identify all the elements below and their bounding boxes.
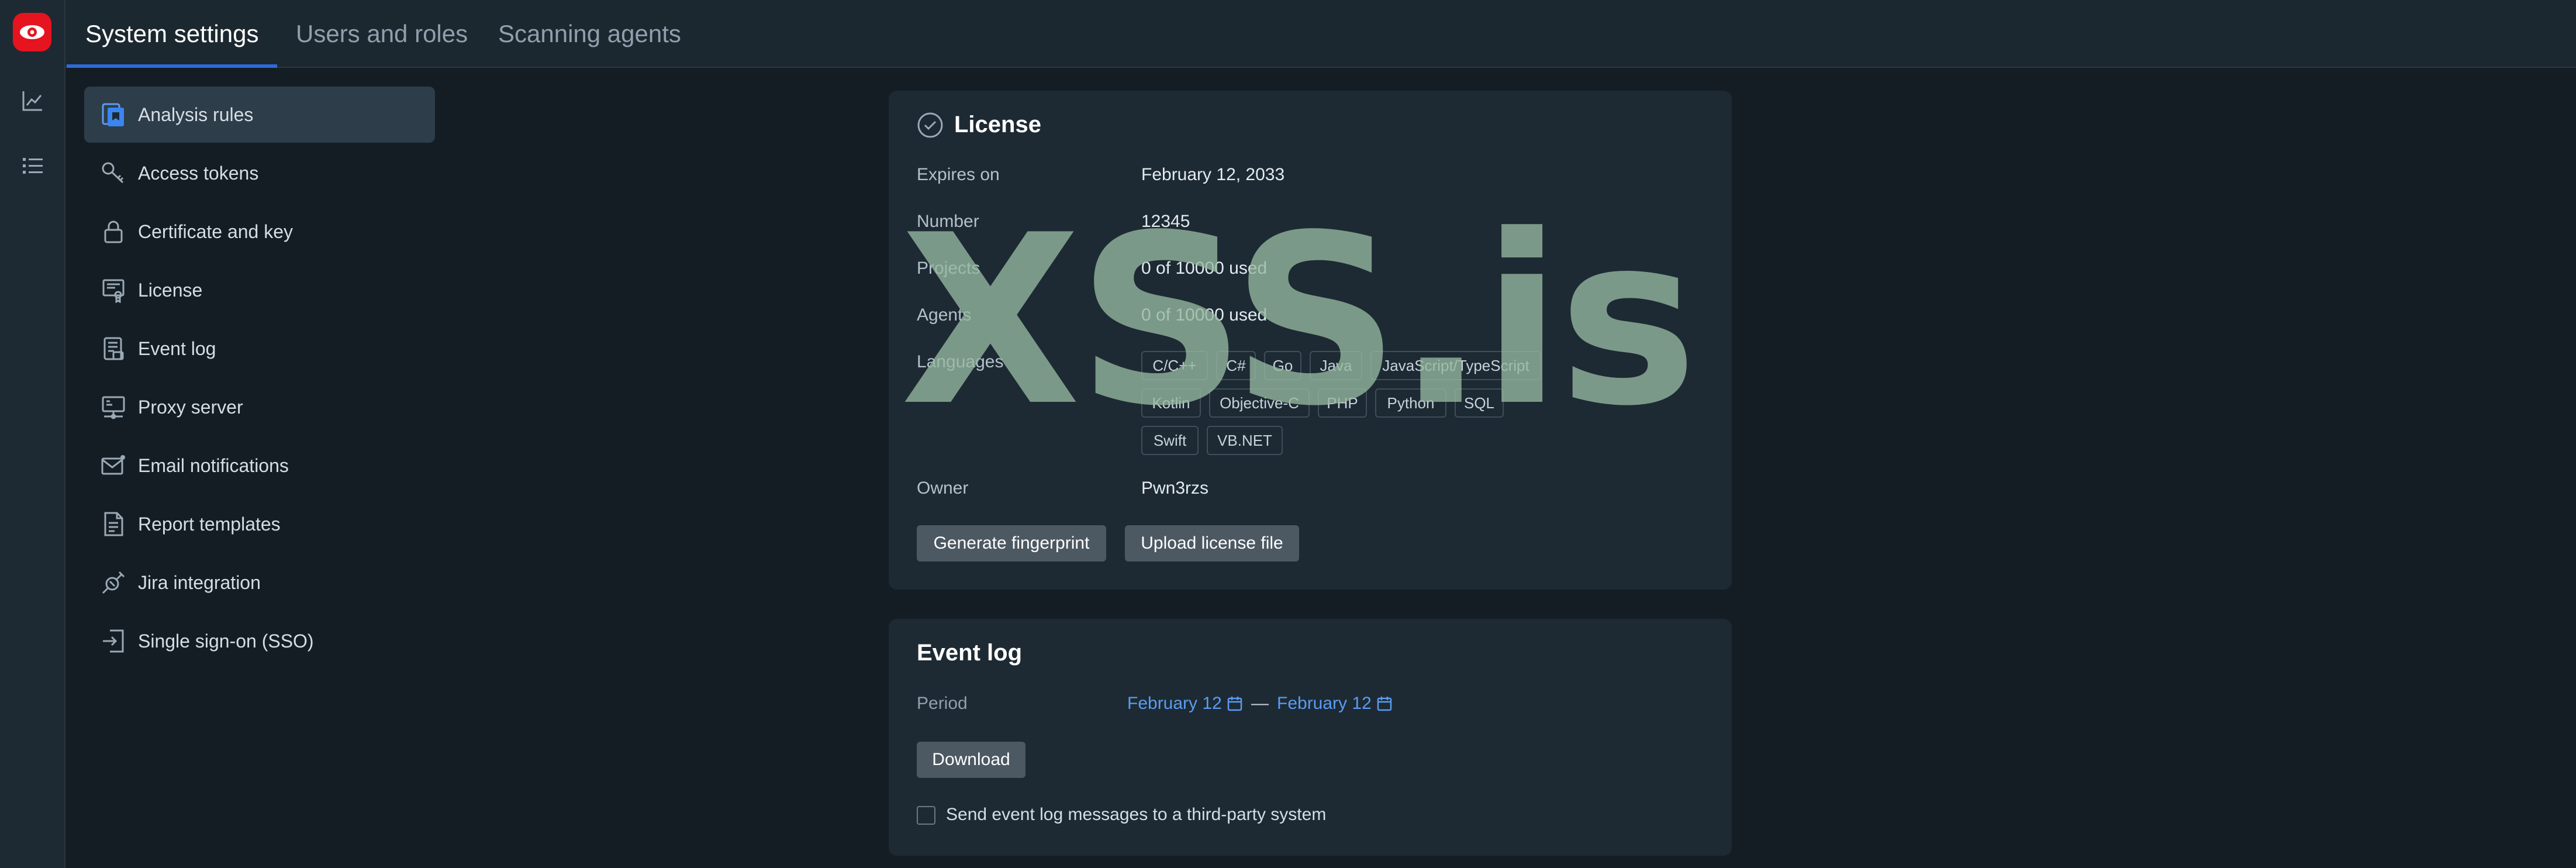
agents-value: 0 of 10000 used xyxy=(1141,305,1268,325)
generate-fingerprint-button[interactable]: Generate fingerprint xyxy=(917,525,1106,562)
date-separator: — xyxy=(1251,694,1269,713)
number-label: Number xyxy=(917,212,979,231)
event-log-title: Event log xyxy=(917,640,1023,666)
sign-in-icon xyxy=(99,627,127,655)
check-circle-icon xyxy=(917,112,943,138)
sidebar-item-analysis-rules[interactable]: Analysis rules xyxy=(84,87,435,143)
number-value: 12345 xyxy=(1141,212,1190,231)
license-title: License xyxy=(954,112,1041,137)
license-icon xyxy=(99,276,127,304)
sidebar-item-proxy-server[interactable]: Proxy server xyxy=(84,379,435,435)
rail-list-button[interactable] xyxy=(16,150,49,182)
language-chip: Java xyxy=(1310,351,1362,380)
list-icon xyxy=(23,158,43,174)
date-from-value: February 12 xyxy=(1127,694,1222,713)
sidebar-item-label: Email notifications xyxy=(138,454,289,476)
sidebar-item-event-log[interactable]: Event log xyxy=(84,321,435,377)
license-card: License Expires on February 12, 2033 Num… xyxy=(889,91,1732,590)
sidebar-item-access-tokens[interactable]: Access tokens xyxy=(84,145,435,201)
language-chip: Kotlin xyxy=(1141,388,1201,418)
period-label: Period xyxy=(917,694,968,713)
sidebar-item-label: Report templates xyxy=(138,513,281,535)
languages-label: Languages xyxy=(917,352,1004,371)
language-chip: Python xyxy=(1375,388,1446,418)
sidebar-item-license[interactable]: License xyxy=(84,262,435,318)
language-chip: VB.NET xyxy=(1207,426,1283,455)
sidebar-item-certificate-and-key[interactable]: Certificate and key xyxy=(84,204,435,260)
owner-value: Pwn3rzs xyxy=(1141,478,1209,498)
sidebar-item-jira-integration[interactable]: Jira integration xyxy=(84,554,435,611)
event-log-card: Event log Period February 12 — February … xyxy=(889,619,1732,856)
lock-icon xyxy=(99,218,127,246)
agents-label: Agents xyxy=(917,305,972,325)
expires-value: February 12, 2033 xyxy=(1141,165,1285,184)
send-to-third-party-label: Send event log messages to a third-party… xyxy=(946,805,1327,824)
chart-icon xyxy=(22,91,42,111)
document-icon xyxy=(99,510,127,538)
app-logo-eye-icon[interactable] xyxy=(13,13,51,51)
plug-icon xyxy=(99,569,127,597)
sidebar-item-label: Proxy server xyxy=(138,396,243,418)
sidebar-item-label: Event log xyxy=(138,337,216,359)
sidebar-item-label: Certificate and key xyxy=(138,221,293,242)
top-tab-bar: System settings Users and roles Scanning… xyxy=(65,0,2576,68)
sidebar-item-label: License xyxy=(138,279,203,301)
calendar-icon xyxy=(1377,697,1391,711)
tab-users-and-roles[interactable]: Users and roles xyxy=(296,0,468,68)
download-button[interactable]: Download xyxy=(917,742,1025,778)
language-chip: Swift xyxy=(1141,426,1199,455)
language-chip: JavaScript/TypeScript xyxy=(1370,351,1541,380)
language-chip: C/C++ xyxy=(1141,351,1208,380)
language-chip: Go xyxy=(1264,351,1301,380)
language-chip: C# xyxy=(1216,351,1256,380)
sidebar-item-label: Analysis rules xyxy=(138,104,254,125)
sidebar-item-label: Single sign-on (SSO) xyxy=(138,630,314,652)
calendar-icon xyxy=(1227,697,1242,711)
sidebar-item-report-templates[interactable]: Report templates xyxy=(84,496,435,552)
language-chip: Objective-C xyxy=(1209,388,1310,418)
projects-label: Projects xyxy=(917,259,980,278)
sidebar-item-single-sign-on[interactable]: Single sign-on (SSO) xyxy=(84,613,435,669)
date-from-picker[interactable]: February 12 xyxy=(1127,694,1243,714)
language-chip: SQL xyxy=(1455,388,1504,418)
sidebar-item-email-notifications[interactable]: Email notifications xyxy=(84,438,435,494)
rail-analytics-button[interactable] xyxy=(16,84,49,117)
upload-license-file-button[interactable]: Upload license file xyxy=(1125,525,1299,562)
sidebar-item-label: Jira integration xyxy=(138,571,261,593)
send-to-third-party-checkbox[interactable] xyxy=(917,806,935,825)
language-chip: PHP xyxy=(1318,388,1367,418)
date-to-picker[interactable]: February 12 xyxy=(1277,694,1393,714)
tab-scanning-agents[interactable]: Scanning agents xyxy=(498,0,681,68)
proxy-icon xyxy=(99,393,127,421)
event-log-icon xyxy=(99,335,127,363)
date-to-value: February 12 xyxy=(1277,694,1372,713)
left-rail xyxy=(0,0,65,868)
key-icon xyxy=(99,159,127,187)
mail-icon xyxy=(99,452,127,480)
tab-system-settings[interactable]: System settings xyxy=(66,0,278,68)
rules-icon xyxy=(99,101,127,129)
sidebar-item-label: Access tokens xyxy=(138,162,259,184)
owner-label: Owner xyxy=(917,478,969,498)
projects-value: 0 of 10000 used xyxy=(1141,259,1268,278)
expires-label: Expires on xyxy=(917,165,1000,184)
